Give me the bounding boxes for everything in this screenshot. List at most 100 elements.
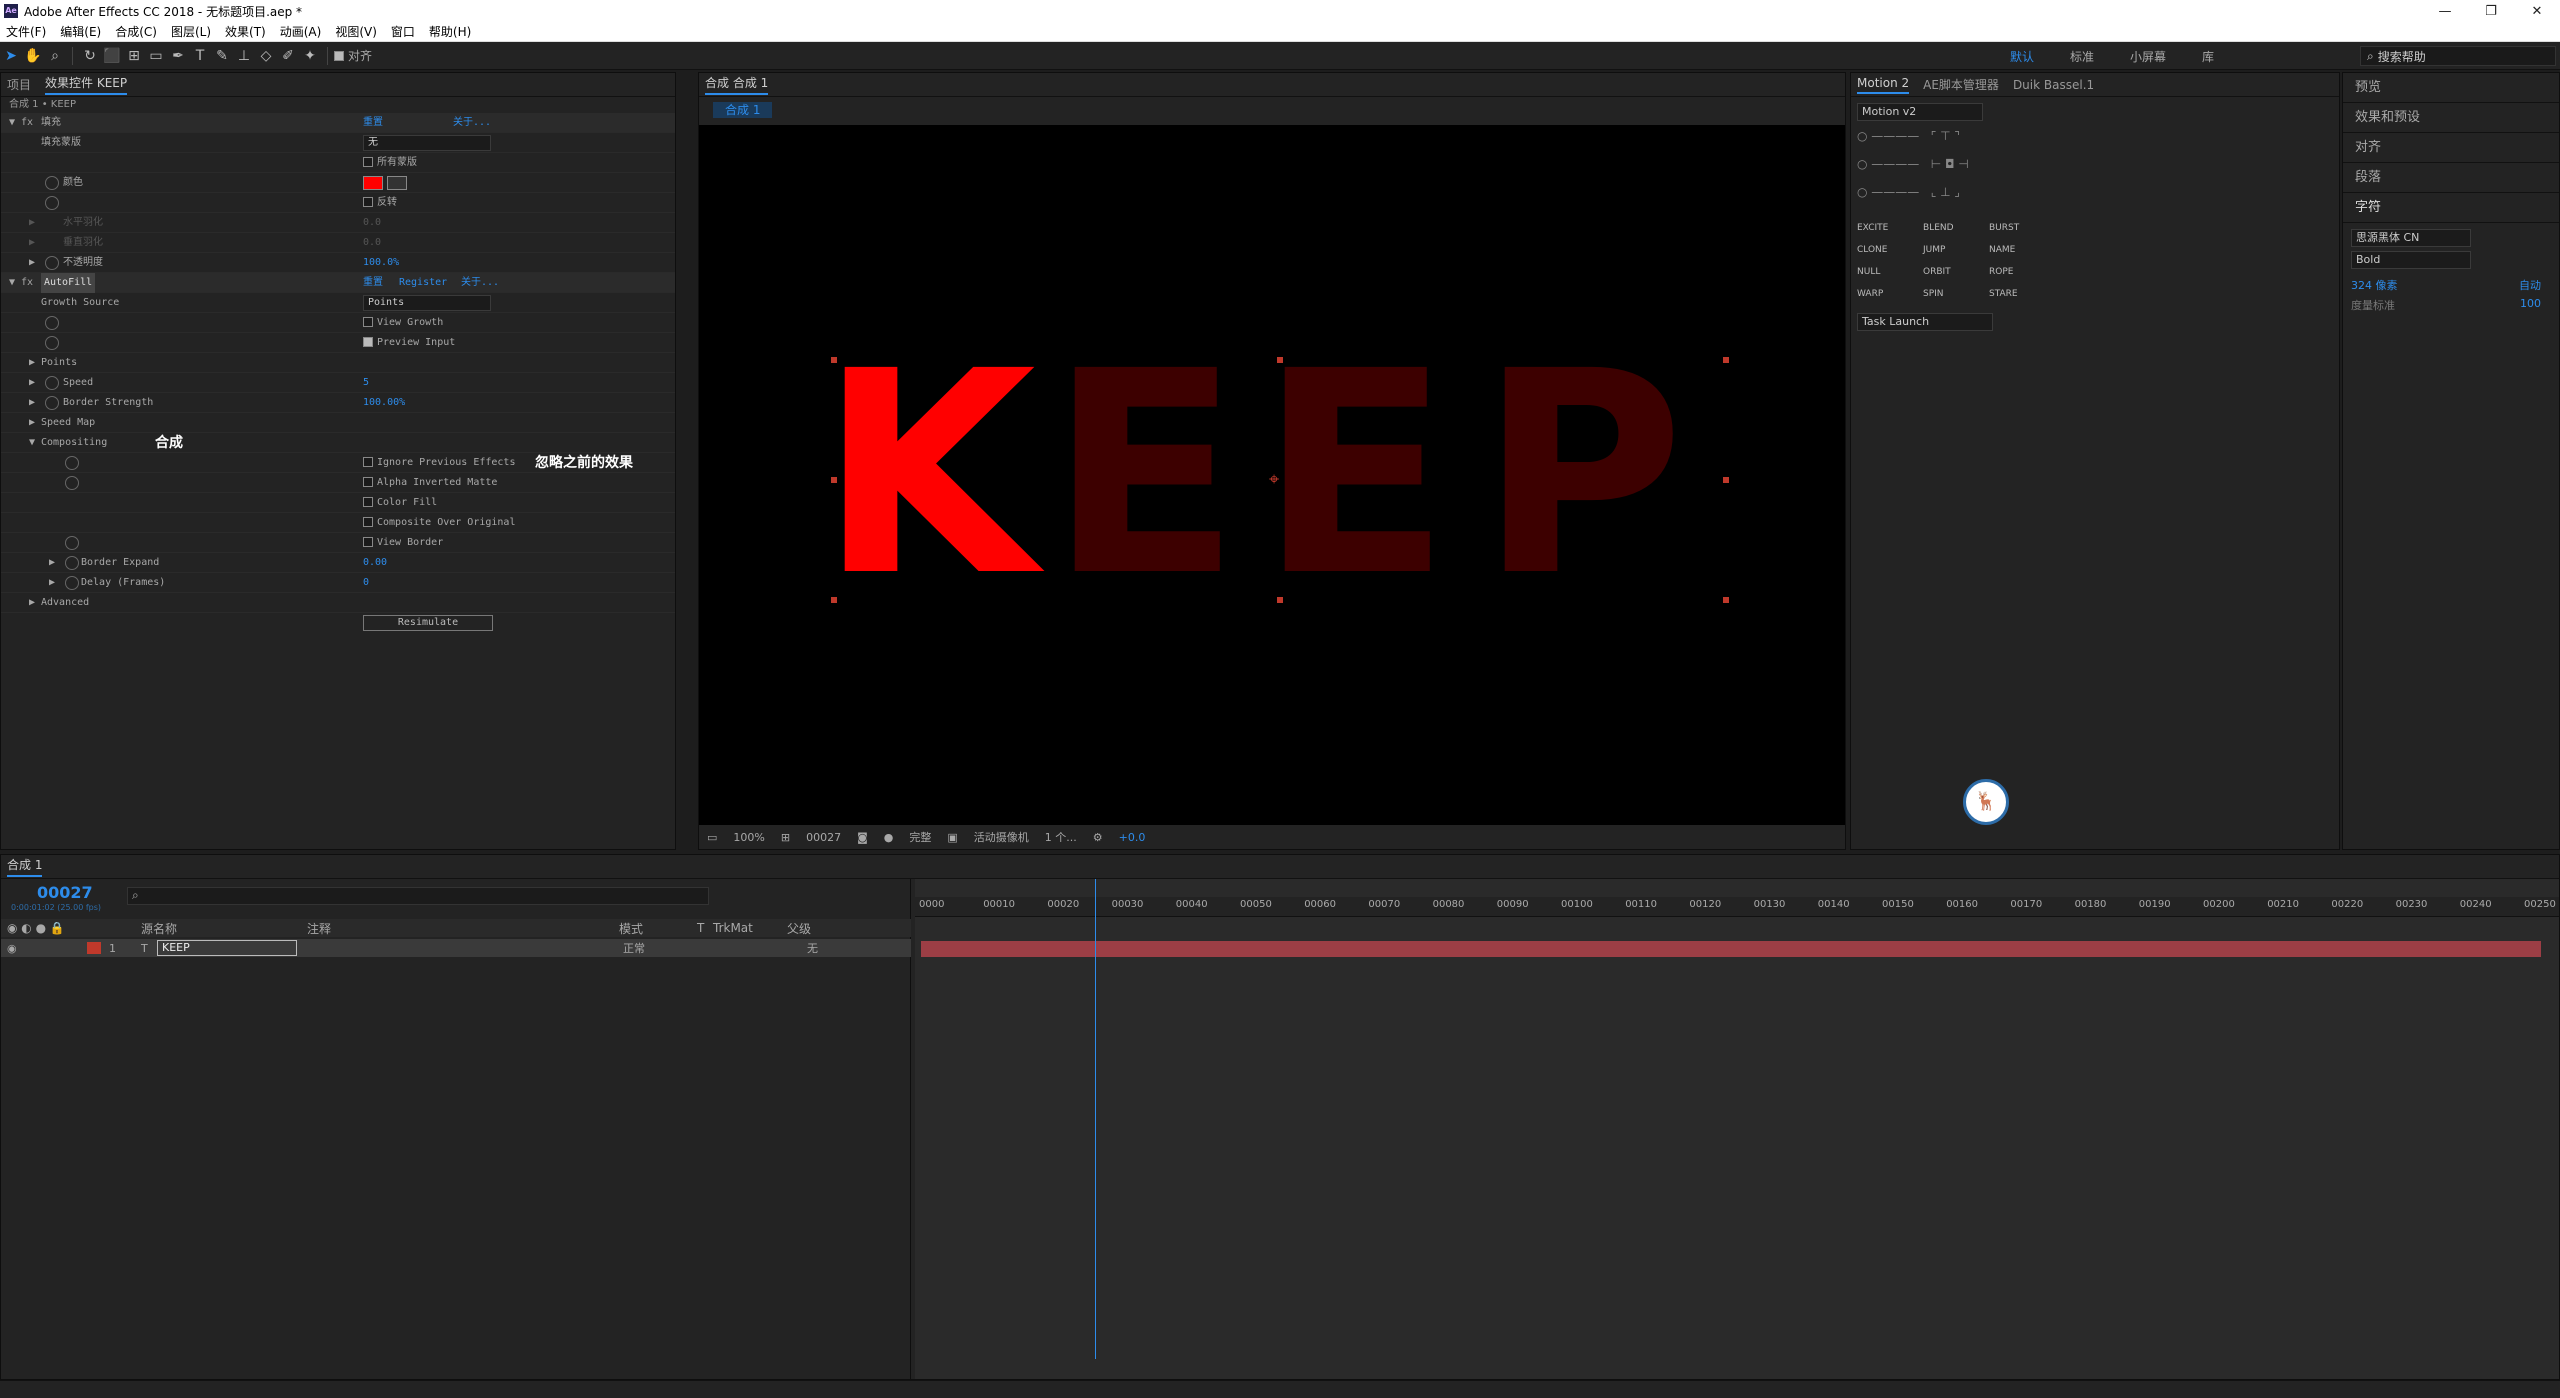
growth-source-dropdown[interactable]: Points (363, 295, 491, 311)
advanced-group[interactable]: ▶ Advanced (1, 593, 675, 613)
speed-map-group[interactable]: ▶ Speed Map (1, 413, 675, 433)
rotate-tool-icon[interactable]: ↻ (79, 45, 101, 67)
panel-paragraph[interactable]: 段落 (2343, 163, 2559, 193)
workspace-library[interactable]: 库 (2202, 48, 2214, 65)
spin-button[interactable]: SPIN (1923, 283, 1989, 305)
type-tool-icon[interactable]: T (189, 45, 211, 67)
tab-effect-controls[interactable]: 效果控件 KEEP (45, 74, 128, 95)
bbox-handle[interactable] (831, 597, 837, 603)
fill-mask-dropdown[interactable]: 无 (363, 135, 491, 151)
border-expand-value[interactable]: 0.00 (363, 553, 387, 573)
menu-view[interactable]: 视图(V) (335, 23, 377, 40)
warp-button[interactable]: WARP (1857, 283, 1923, 305)
effect-fill[interactable]: ▼ fx 填充 重置 关于... (1, 113, 675, 133)
col-t[interactable]: T (697, 921, 704, 935)
speed-value[interactable]: 5 (363, 373, 369, 393)
tab-timeline-comp1[interactable]: 合成 1 (7, 856, 43, 877)
menu-edit[interactable]: 编辑(E) (60, 23, 101, 40)
color-icon[interactable]: ● (884, 831, 894, 844)
menu-help[interactable]: 帮助(H) (429, 23, 471, 40)
task-launch-dropdown[interactable]: Task Launch (1857, 313, 1993, 331)
bbox-handle[interactable] (831, 477, 837, 483)
zoom-dropdown[interactable]: 100% (733, 831, 764, 844)
stopwatch-icon[interactable] (65, 556, 79, 570)
menu-animation[interactable]: 动画(A) (280, 23, 322, 40)
col-source-name[interactable]: 源名称 (141, 920, 177, 937)
menu-window[interactable]: 窗口 (391, 23, 415, 40)
roi-icon[interactable]: ▣ (947, 831, 957, 844)
layer-search-input[interactable]: ⌕ (127, 887, 709, 905)
workspace-default[interactable]: 默认 (2010, 48, 2034, 65)
motion-sliders[interactable]: ○ ———— ⌜ ⊤ ⌝ ○ ———— ⊢ ◘ ⊣ ○ ———— ⌞ ⊥ ⌟ (1857, 129, 2333, 213)
panel-character[interactable]: 字符 (2343, 193, 2559, 223)
layer-mode-dropdown[interactable]: 正常 (623, 940, 645, 956)
camera-dropdown[interactable]: 活动摄像机 (974, 829, 1029, 845)
leading-value[interactable]: 自动 (2519, 277, 2541, 293)
exposure-value[interactable]: +0.0 (1119, 831, 1146, 844)
layer-parent-dropdown[interactable]: 无 (807, 940, 818, 956)
bbox-handle[interactable] (1277, 597, 1283, 603)
stare-button[interactable]: STARE (1989, 283, 2055, 305)
autofill-about-link[interactable]: 关于... (461, 273, 499, 293)
jump-button[interactable]: JUMP (1923, 239, 1989, 261)
label-color[interactable] (87, 942, 101, 954)
eraser-tool-icon[interactable]: ◇ (255, 45, 277, 67)
tracking-value[interactable]: 100 (2520, 297, 2541, 313)
font-size-value[interactable]: 324 像素 (2351, 277, 2398, 293)
points-group[interactable]: ▶ Points (1, 353, 675, 373)
null-button[interactable]: NULL (1857, 261, 1923, 283)
maximize-icon[interactable]: ❐ (2468, 0, 2514, 22)
tab-project[interactable]: 项目 (7, 76, 31, 93)
opacity-value[interactable]: 100.0% (363, 253, 399, 273)
tab-duik[interactable]: Duik Bassel.1 (2013, 78, 2094, 92)
playhead[interactable] (1095, 879, 1096, 1359)
register-link[interactable]: Register (399, 273, 447, 293)
bbox-handle[interactable] (1277, 357, 1283, 363)
search-help-input[interactable]: ⌕ 搜索帮助 (2360, 46, 2556, 66)
composite-over-checkbox[interactable] (363, 517, 373, 527)
excite-button[interactable]: EXCITE (1857, 217, 1923, 239)
brush-tool-icon[interactable]: ✎ (211, 45, 233, 67)
snap-checkbox[interactable] (334, 50, 344, 61)
monitor-icon[interactable]: ▭ (707, 831, 717, 844)
tab-ae-script-manager[interactable]: AE脚本管理器 (1923, 76, 1999, 93)
comp-sub-tab[interactable]: 合成 1 (713, 102, 773, 118)
border-strength-value[interactable]: 100.00% (363, 393, 405, 413)
layer-name[interactable]: KEEP (157, 940, 297, 956)
alpha-inverted-checkbox[interactable] (363, 477, 373, 487)
menu-composition[interactable]: 合成(C) (115, 23, 157, 40)
effect-autofill[interactable]: ▼ fx AutoFill 重置 Register 关于... (1, 273, 675, 293)
grid-icon[interactable]: ⊞ (781, 831, 790, 844)
color-swatch[interactable] (363, 176, 383, 190)
layer-duration-bar[interactable] (921, 941, 2541, 957)
pen-tool-icon[interactable]: ✒ (167, 45, 189, 67)
stopwatch-icon[interactable] (45, 396, 59, 410)
stopwatch-icon[interactable] (65, 536, 79, 550)
all-masks-checkbox[interactable] (363, 157, 373, 167)
selection-tool-icon[interactable]: ➤ (0, 45, 22, 67)
view-border-checkbox[interactable] (363, 537, 373, 547)
bbox-handle[interactable] (1723, 597, 1729, 603)
panel-align[interactable]: 对齐 (2343, 133, 2559, 163)
workspace-small-screen[interactable]: 小屏幕 (2130, 48, 2166, 65)
close-icon[interactable]: ✕ (2514, 0, 2560, 22)
panel-effects-presets[interactable]: 效果和预设 (2343, 103, 2559, 133)
autofill-reset-link[interactable]: 重置 (363, 273, 383, 293)
stopwatch-icon[interactable] (65, 456, 79, 470)
zoom-tool-icon[interactable]: ⌕ (44, 45, 66, 67)
col-trkmat[interactable]: TrkMat (713, 921, 753, 935)
blend-button[interactable]: BLEND (1923, 217, 1989, 239)
kerning-value[interactable]: 度量标准 (2351, 297, 2395, 313)
composition-canvas[interactable]: K E E P ⌖ (699, 125, 1845, 825)
delay-value[interactable]: 0 (363, 573, 369, 593)
invert-checkbox[interactable] (363, 197, 373, 207)
time-ruler[interactable]: 0000 00010 00020 00030 00040 00050 00060 00070 0… (915, 897, 2559, 917)
orbit-button[interactable]: ORBIT (1923, 261, 1989, 283)
fill-reset-link[interactable]: 重置 (363, 113, 383, 133)
layer-row[interactable]: ◉ 1 T KEEP 正常 无 (1, 939, 911, 957)
stopwatch-icon[interactable] (65, 476, 79, 490)
timeline-current-time[interactable]: 00027 (37, 883, 93, 902)
color-fill-checkbox[interactable] (363, 497, 373, 507)
stopwatch-icon[interactable] (45, 256, 59, 270)
puppet-tool-icon[interactable]: ✦ (299, 45, 321, 67)
